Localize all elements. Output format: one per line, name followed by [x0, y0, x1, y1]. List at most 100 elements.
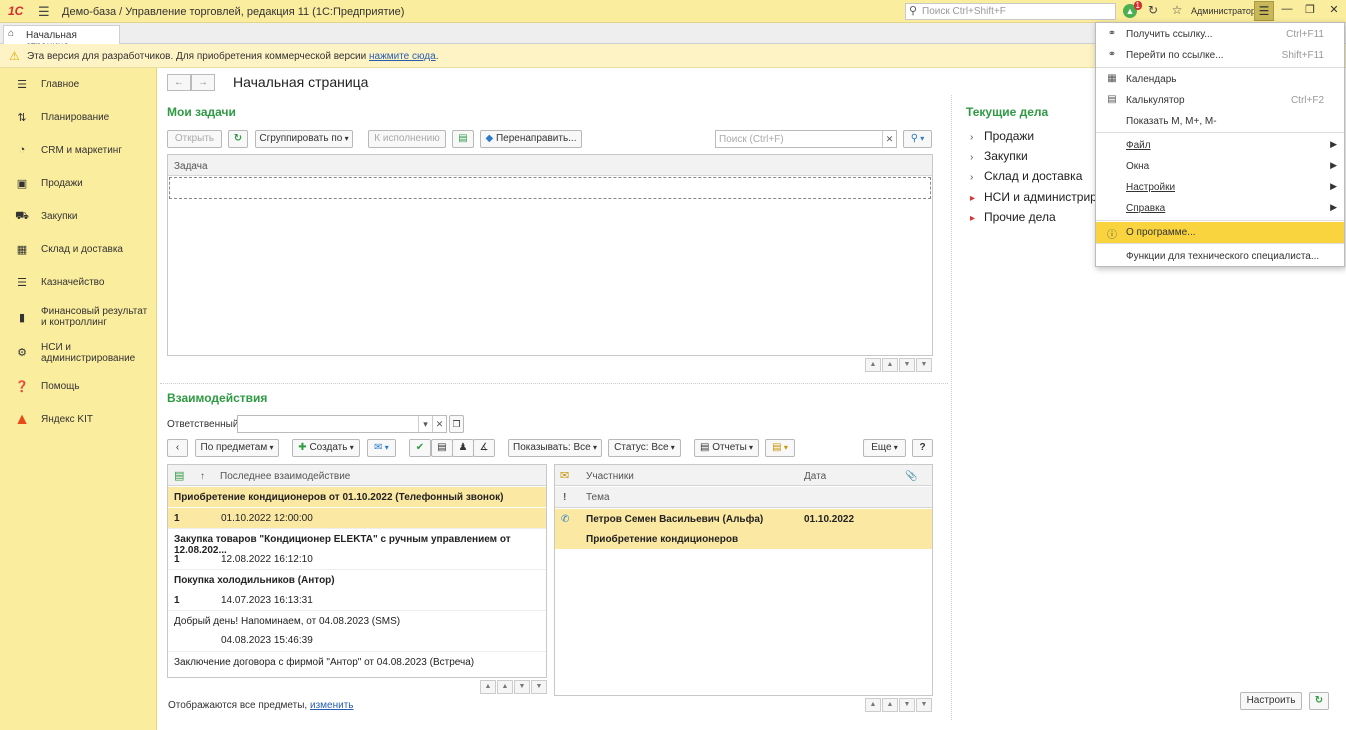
menu-item-file[interactable]: Файл ▶: [1096, 135, 1344, 156]
check-icon[interactable]: ✔: [409, 439, 431, 457]
minimize-icon[interactable]: —: [1279, 3, 1295, 15]
email-actions-button[interactable]: ✉: [367, 439, 396, 457]
more-button[interactable]: Еще: [863, 439, 906, 457]
print-button[interactable]: ▤: [765, 439, 795, 457]
table-row[interactable]: 04.08.2023 15:46:39: [168, 630, 546, 650]
service-menu-button[interactable]: ☰: [1254, 1, 1274, 21]
menu-item-help[interactable]: Справка ▶: [1096, 198, 1344, 219]
back-button[interactable]: ←: [167, 74, 191, 91]
table-row[interactable]: 1 12.08.2022 16:12:10: [168, 549, 546, 569]
menu-item-goto-link[interactable]: ⚭ Перейти по ссылке... Shift+F11: [1096, 45, 1344, 66]
current-item-other[interactable]: ▸ Прочие дела: [970, 210, 1056, 224]
table-row[interactable]: 1 01.10.2022 12:00:00: [168, 508, 546, 528]
table-row[interactable]: Приобретение кондиционеров от 01.10.2022…: [168, 487, 546, 507]
detail-date: 01.10.2022: [804, 514, 855, 525]
forward-button[interactable]: →: [191, 74, 215, 91]
current-item-warehouse[interactable]: › Склад и доставка: [970, 169, 1082, 183]
current-item-purchases[interactable]: › Закупки: [970, 149, 1028, 163]
responsible-dropdown-icon[interactable]: ▾: [418, 416, 432, 432]
favorites-star-icon[interactable]: ☆: [1168, 3, 1186, 20]
close-icon[interactable]: ✕: [1326, 3, 1342, 16]
row-title: Заключение договора с фирмой "Антор" от …: [174, 657, 475, 668]
notifications-button[interactable]: ▲ 1: [1121, 1, 1142, 20]
configure-button[interactable]: Настроить: [1240, 692, 1302, 710]
column-header-date[interactable]: Дата: [804, 471, 826, 482]
scroll-bottom-icon[interactable]: ▼: [916, 698, 932, 712]
sort-asc-icon[interactable]: ↑: [200, 471, 205, 482]
scroll-down-icon[interactable]: ▼: [899, 698, 915, 712]
change-link[interactable]: изменить: [310, 700, 354, 711]
table-row[interactable]: Покупка холодильников (Антор): [168, 569, 546, 589]
scroll-up-icon[interactable]: ▲: [882, 698, 898, 712]
global-search-input[interactable]: ⚲ Поиск Ctrl+Shift+F: [905, 3, 1116, 20]
history-icon[interactable]: ↻: [1144, 3, 1162, 20]
planning-icon: ⇅: [17, 112, 27, 124]
menu-item-calculator[interactable]: ▤ Калькулятор Ctrl+F2: [1096, 90, 1344, 111]
scroll-up-icon[interactable]: ▲: [882, 358, 898, 372]
column-header-last-interaction[interactable]: Последнее взаимодействие: [220, 471, 350, 482]
scroll-down-icon[interactable]: ▼: [514, 680, 530, 694]
person-icon[interactable]: ♟: [452, 439, 474, 457]
search-options-button[interactable]: ⚲: [903, 130, 932, 148]
table-row[interactable]: Добрый день! Напоминаем, от 04.08.2023 (…: [168, 610, 546, 630]
redirect-button[interactable]: ◆ Перенаправить...: [480, 130, 582, 148]
scroll-up-icon[interactable]: ▲: [497, 680, 513, 694]
current-item-nsi[interactable]: ▸ НСИ и администрир: [970, 190, 1097, 204]
menu-item-tech-functions[interactable]: Функции для технического специалиста...: [1096, 246, 1344, 267]
task-action-icon[interactable]: ▤: [452, 130, 474, 148]
tasks-search-input[interactable]: Поиск (Ctrl+F) ✕: [715, 130, 897, 148]
to-execution-button[interactable]: К исполнению: [368, 130, 446, 148]
create-button[interactable]: ✚ Создать: [292, 439, 360, 457]
detail-row[interactable]: Приобретение кондиционеров: [555, 529, 932, 549]
refresh-icon[interactable]: ↻: [228, 130, 248, 148]
table-row[interactable]: Закупка товаров "Кондиционер ELEKTA" с р…: [168, 528, 546, 556]
help-button[interactable]: ?: [912, 439, 933, 457]
collapse-icon[interactable]: ‹: [167, 439, 188, 457]
detail-row[interactable]: ✆ Петров Семен Васильевич (Альфа) 01.10.…: [555, 509, 932, 529]
refresh-icon[interactable]: ↻: [1309, 692, 1329, 710]
responsible-input[interactable]: ▾ ✕: [237, 415, 447, 433]
group-by-button[interactable]: Сгруппировать по: [255, 130, 353, 148]
scroll-top-icon[interactable]: ▲: [865, 358, 881, 372]
clear-icon[interactable]: ✕: [882, 131, 896, 147]
sidebar-item-label: Закупки: [41, 211, 78, 222]
envelope-icon[interactable]: ✉: [560, 469, 569, 482]
clear-icon[interactable]: ✕: [432, 416, 446, 432]
tab-home[interactable]: ⌂ Начальная страница: [3, 25, 120, 52]
menu-item-about[interactable]: ⓘ О программе...: [1096, 222, 1344, 243]
status-filter-button[interactable]: Статус: Все: [608, 439, 681, 457]
column-header-topic[interactable]: Тема: [586, 492, 610, 503]
open-link-icon[interactable]: ❐: [449, 415, 464, 433]
main-menu-icon[interactable]: ☰: [38, 4, 50, 20]
scroll-bottom-icon[interactable]: ▼: [531, 680, 547, 694]
table-row[interactable]: 1 14.07.2023 16:13:31: [168, 590, 546, 610]
reports-button[interactable]: ▤ Отчеты: [694, 439, 759, 457]
column-header-participants[interactable]: Участники: [586, 471, 634, 482]
scroll-bottom-icon[interactable]: ▼: [916, 358, 932, 372]
menu-item-settings[interactable]: Настройки ▶: [1096, 177, 1344, 198]
column-header-task[interactable]: Задача: [174, 161, 208, 172]
scroll-top-icon[interactable]: ▲: [865, 698, 881, 712]
attachment-icon[interactable]: 📎: [905, 471, 917, 482]
open-task-button[interactable]: Открыть: [167, 130, 222, 148]
current-item-sales[interactable]: › Продажи: [970, 129, 1034, 143]
document-icon[interactable]: ▤: [431, 439, 453, 457]
menu-item-windows[interactable]: Окна ▶: [1096, 156, 1344, 177]
scroll-down-icon[interactable]: ▼: [899, 358, 915, 372]
restore-icon[interactable]: ❐: [1302, 3, 1318, 16]
table-row[interactable]: Заключение договора с фирмой "Антор" от …: [168, 651, 546, 671]
current-user[interactable]: Администратор: [1191, 6, 1256, 16]
interaction-type-icon[interactable]: ▤: [174, 469, 184, 482]
menu-item-calendar[interactable]: ▦ Календарь: [1096, 69, 1344, 90]
tasks-empty-row[interactable]: [169, 177, 931, 199]
row-title: Покупка холодильников (Антор): [174, 575, 335, 586]
by-subject-button[interactable]: По предметам: [195, 439, 279, 457]
row-date: 04.08.2023 15:46:39: [221, 635, 313, 646]
menu-item-get-link[interactable]: ⚭ Получить ссылку... Ctrl+F11: [1096, 24, 1344, 45]
warning-link[interactable]: нажмите сюда: [369, 51, 436, 62]
edit-icon[interactable]: ∡: [473, 439, 495, 457]
scroll-top-icon[interactable]: ▲: [480, 680, 496, 694]
show-filter-button[interactable]: Показывать: Все: [508, 439, 602, 457]
importance-icon[interactable]: !: [563, 492, 566, 503]
menu-item-show-memory[interactable]: Показать М, М+, М-: [1096, 111, 1344, 132]
